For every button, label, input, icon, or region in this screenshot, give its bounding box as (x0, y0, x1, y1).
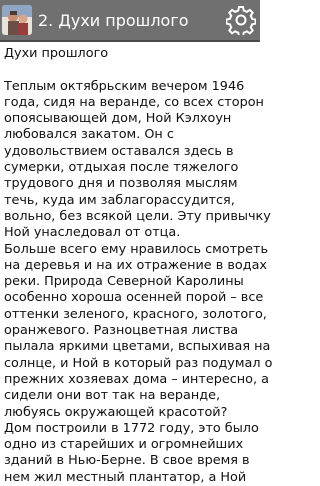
text-line: зданий в Нью-Берне. В свое время в (4, 453, 250, 469)
action-bar-divider (0, 40, 260, 42)
text-line: солнце, и Ной в который раз подумал о (4, 355, 273, 371)
text-line: трудового дня и позволяя мыслям (4, 176, 238, 192)
text-line: Больше всего ему нравилось смотреть (4, 241, 269, 257)
text-line: сидели они вот так на веранде, (4, 388, 221, 404)
text-line: на деревья и на их отражение в водах (4, 257, 267, 273)
text-line: оттенки зеленого, красного, золотого, (4, 306, 267, 322)
text-line: удовольствием оставался здесь в (4, 143, 234, 159)
text-line: Ной унаследовал от отца. (4, 225, 181, 241)
text-line: течь, куда им заблагорассудится, (4, 192, 235, 208)
text-line: реки. Природа Северной Каролины (4, 274, 244, 290)
text-line: сумерки, отдыхая после тяжелого (4, 160, 239, 176)
text-line: Теплым октябрьским вечером 1946 (4, 78, 245, 94)
text-line: опоясывающей дом, Ной Кэлхоун (4, 111, 232, 127)
screen-title: 2. Духи прошлого (38, 10, 189, 30)
text-line: вольно, без всякой цели. Эту привычку (4, 208, 271, 224)
text-line: прежних хозяевах дома – интересно, а (4, 371, 269, 387)
action-bar: 2. Духи прошлого (0, 0, 260, 40)
text-line: года, сидя на веранде, со всех сторон (4, 94, 264, 110)
text-line: любуясь окружающей красотой? (4, 404, 228, 420)
book-icon[interactable] (2, 5, 32, 35)
text-line: одно из старейших и огромнейших (4, 437, 244, 453)
gear-icon[interactable] (226, 5, 256, 35)
text-line: оранжевого. Разноцветная листва (4, 323, 239, 339)
settings-button[interactable] (224, 0, 258, 40)
chapter-heading: Духи прошлого (4, 46, 109, 61)
text-line: особенно хороша осенней порой – все (4, 290, 264, 306)
text-line: любовался закатом. Он с (4, 127, 174, 143)
text-line: нем жил местный плантатор, а Ной (4, 469, 247, 485)
chapter-content[interactable]: Духи прошлого Теплым октябрьским вечером… (4, 46, 273, 486)
text-line: Дом построили в 1772 году, это было (4, 420, 259, 436)
text-line: пылала яркими цветами, вспыхивая на (4, 339, 271, 355)
